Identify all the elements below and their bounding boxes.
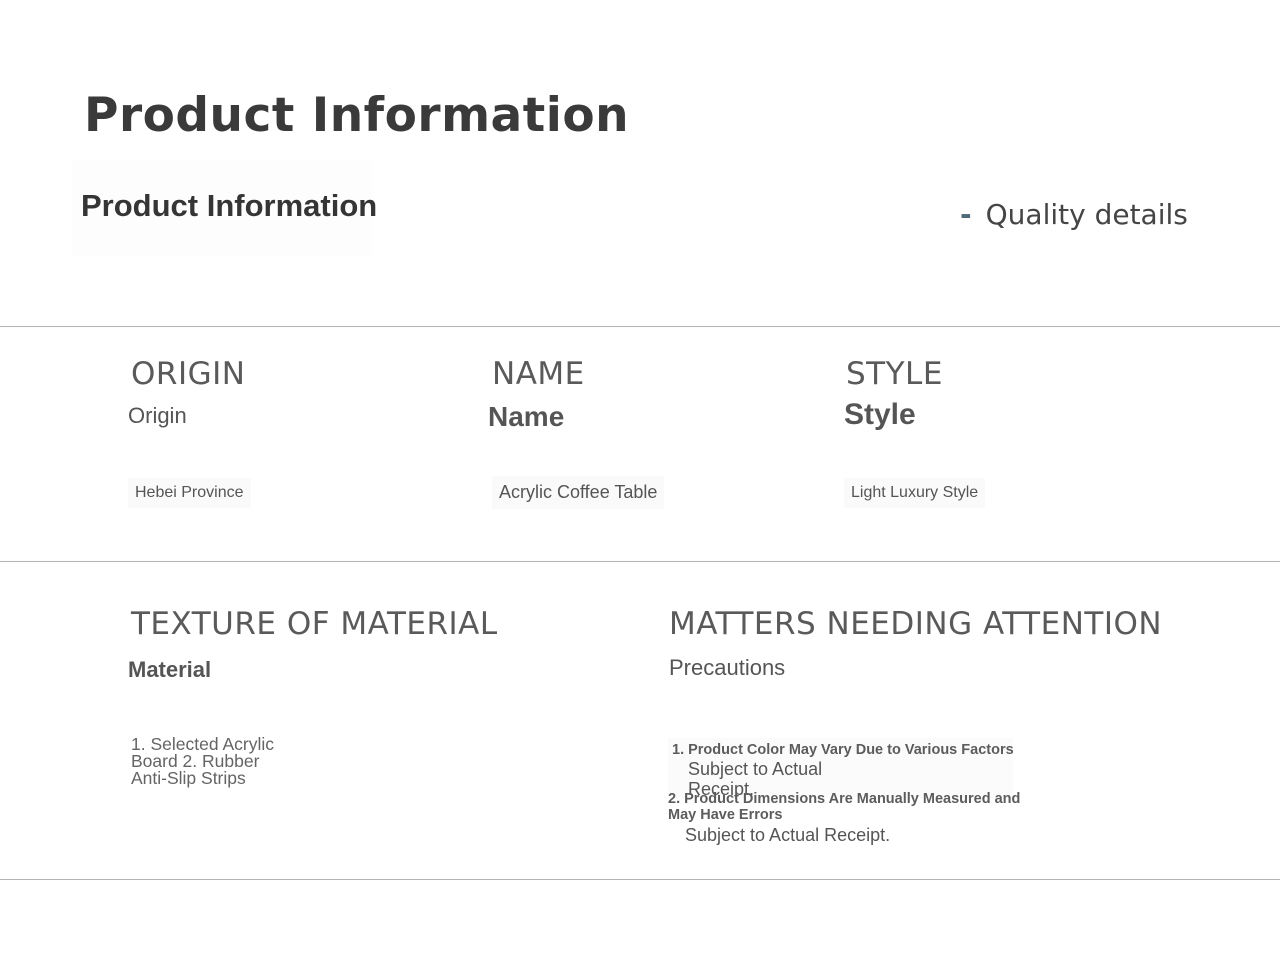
divider-top <box>0 326 1280 327</box>
quality-details-label: Quality details <box>985 198 1188 231</box>
dash-icon: - <box>960 198 972 231</box>
quality-details-heading: - Quality details <box>960 198 1188 231</box>
style-label: Style <box>844 398 916 431</box>
page-title: Product Information <box>84 88 630 143</box>
origin-label: Origin <box>128 403 187 428</box>
origin-value: Hebei Province <box>135 484 244 501</box>
divider-bottom <box>0 879 1280 880</box>
divider-middle <box>0 561 1280 562</box>
page-subtitle: Product Information <box>81 188 378 223</box>
material-caption: TEXTURE OF MATERIAL <box>131 606 498 642</box>
material-label: Material <box>128 657 212 682</box>
style-value-box: Light Luxury Style <box>844 478 986 508</box>
style-caption: STYLE <box>846 356 943 392</box>
style-value: Light Luxury Style <box>851 484 979 501</box>
origin-caption: ORIGIN <box>131 356 246 392</box>
name-caption: NAME <box>492 356 585 392</box>
note2-subject: Subject to Actual Receipt. <box>685 825 891 845</box>
origin-value-box: Hebei Province <box>128 478 251 508</box>
note1-text: 1. Product Color May Vary Due to Various… <box>672 742 1014 758</box>
attention-caption: MATTERS NEEDING ATTENTION <box>669 606 1163 642</box>
note2-line1: 2. Product Dimensions Are Manually Measu… <box>668 791 1021 807</box>
material-value: 1. Selected Acrylic Board 2. Rubber Anti… <box>131 734 274 788</box>
name-value-box: Acrylic Coffee Table <box>492 476 665 509</box>
name-value: Acrylic Coffee Table <box>499 482 658 502</box>
precautions-label: Precautions <box>669 655 786 680</box>
note2-line2: May Have Errors <box>668 807 783 823</box>
name-label: Name <box>488 401 565 432</box>
note1-subject-a: Subject to Actual <box>688 759 823 779</box>
